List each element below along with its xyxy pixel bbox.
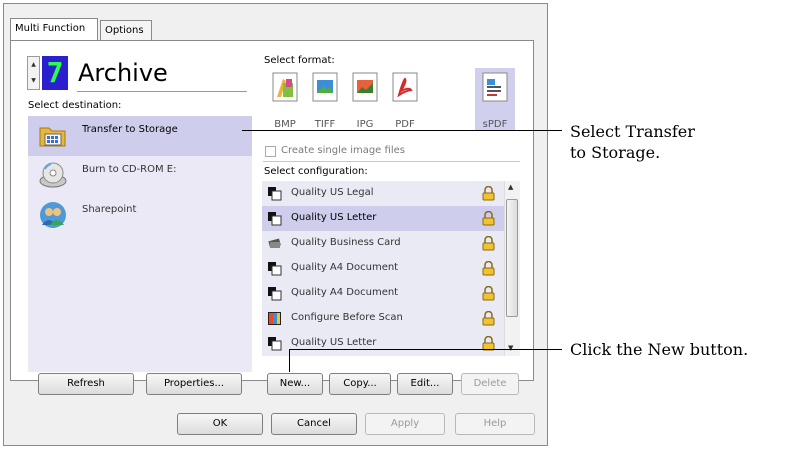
format-jpg[interactable]: JPG bbox=[345, 68, 385, 130]
lock-icon bbox=[482, 286, 495, 301]
format-label: BMP bbox=[274, 119, 296, 127]
lock-icon bbox=[482, 211, 495, 226]
config-row[interactable]: Quality Business Card bbox=[262, 231, 504, 256]
document-icon bbox=[268, 337, 282, 351]
storage-folder-icon bbox=[39, 127, 66, 147]
profile-divider bbox=[77, 91, 247, 92]
config-row[interactable]: Configure Before Scan bbox=[262, 306, 504, 331]
spin-down-icon[interactable]: ▼ bbox=[28, 73, 39, 89]
help-button[interactable]: Help bbox=[455, 413, 535, 435]
config-label: Quality US Letter bbox=[291, 337, 377, 348]
profile-name: Archive bbox=[78, 59, 168, 87]
properties-button[interactable]: Properties... bbox=[146, 373, 242, 395]
destination-sharepoint[interactable]: Sharepoint bbox=[28, 196, 252, 236]
config-row[interactable]: Quality US Letter bbox=[262, 206, 504, 231]
configuration-scrollbar[interactable]: ▲ ▼ bbox=[504, 181, 520, 356]
callout-line-transfer bbox=[242, 130, 562, 131]
create-single-image-checkbox[interactable] bbox=[265, 146, 276, 157]
destination-transfer-to-storage[interactable]: Transfer to Storage bbox=[28, 116, 252, 156]
tab-options[interactable]: Options bbox=[100, 20, 152, 40]
tiff-format-icon bbox=[312, 72, 338, 102]
configure-icon bbox=[268, 312, 281, 325]
profile-spinner[interactable]: ▲ ▼ bbox=[27, 56, 40, 90]
select-destination-label: Select destination: bbox=[28, 100, 122, 111]
format-label: TIFF bbox=[314, 119, 336, 127]
spin-up-icon[interactable]: ▲ bbox=[28, 57, 39, 73]
edit-button[interactable]: Edit... bbox=[397, 373, 453, 395]
scroll-up-arrow-icon[interactable]: ▲ bbox=[508, 183, 513, 191]
document-icon bbox=[268, 212, 282, 226]
create-single-image-label: Create single image files bbox=[281, 145, 405, 156]
format-label: JPG bbox=[356, 119, 374, 127]
format-pdf[interactable]: PDF bbox=[385, 68, 425, 130]
config-label: Configure Before Scan bbox=[291, 312, 403, 323]
new-button[interactable]: New... bbox=[267, 373, 323, 395]
tab-multi-function[interactable]: Multi Function bbox=[10, 18, 98, 40]
sharepoint-icon bbox=[40, 202, 66, 228]
callout-line-new-horizontal bbox=[289, 349, 562, 350]
callout-line-new-vertical bbox=[289, 349, 290, 372]
callout-select-transfer-line1: Select Transfer bbox=[570, 122, 695, 141]
spdf-format-icon bbox=[482, 72, 508, 102]
cd-rom-icon bbox=[39, 162, 67, 188]
profile-number-display: 7 bbox=[42, 56, 68, 90]
business-card-icon bbox=[268, 238, 281, 249]
destination-label: Sharepoint bbox=[82, 204, 137, 215]
format-spdf[interactable]: sPDF bbox=[475, 68, 515, 130]
copy-button[interactable]: Copy... bbox=[329, 373, 391, 395]
jpg-format-icon bbox=[352, 72, 378, 102]
config-label: Quality US Letter bbox=[291, 212, 377, 223]
select-format-label: Select format: bbox=[264, 55, 335, 66]
document-icon bbox=[268, 262, 282, 276]
lock-icon bbox=[482, 311, 495, 326]
scroll-down-arrow-icon[interactable]: ▼ bbox=[508, 344, 513, 352]
destination-burn-to-cd-rom[interactable]: Burn to CD-ROM E: bbox=[28, 156, 252, 196]
lock-icon bbox=[482, 236, 495, 251]
callout-select-transfer-line2: to Storage. bbox=[570, 143, 661, 162]
config-row[interactable]: Quality A4 Document bbox=[262, 256, 504, 281]
format-label: PDF bbox=[395, 119, 415, 127]
config-label: Quality Business Card bbox=[291, 237, 401, 248]
bmp-format-icon bbox=[272, 72, 298, 102]
format-label: sPDF bbox=[482, 119, 508, 127]
config-label: Quality US Legal bbox=[291, 187, 374, 198]
format-divider bbox=[263, 161, 520, 162]
config-row[interactable]: Quality US Letter bbox=[262, 331, 504, 356]
pdf-format-icon bbox=[392, 72, 418, 102]
config-row[interactable]: Quality A4 Document bbox=[262, 281, 504, 306]
ok-button[interactable]: OK bbox=[177, 413, 263, 435]
apply-button[interactable]: Apply bbox=[365, 413, 445, 435]
cancel-button[interactable]: Cancel bbox=[271, 413, 357, 435]
lock-icon bbox=[482, 186, 495, 201]
format-bmp[interactable]: BMP bbox=[265, 68, 305, 130]
format-tiff[interactable]: TIFF bbox=[305, 68, 345, 130]
document-icon bbox=[268, 187, 282, 201]
refresh-button[interactable]: Refresh bbox=[38, 373, 134, 395]
document-icon bbox=[268, 287, 282, 301]
configuration-list[interactable]: Quality US Legal Quality US Letter Quali… bbox=[262, 181, 520, 356]
destination-label: Burn to CD-ROM E: bbox=[82, 164, 177, 175]
scroll-thumb[interactable] bbox=[506, 199, 518, 317]
lock-icon bbox=[482, 261, 495, 276]
config-label: Quality A4 Document bbox=[291, 262, 399, 273]
config-row[interactable]: Quality US Legal bbox=[262, 181, 504, 206]
destination-list[interactable]: Transfer to Storage Burn to CD-ROM E: Sh… bbox=[28, 116, 252, 372]
delete-button[interactable]: Delete bbox=[461, 373, 519, 395]
config-label: Quality A4 Document bbox=[291, 287, 399, 298]
select-configuration-label: Select configuration: bbox=[264, 166, 368, 177]
destination-label: Transfer to Storage bbox=[82, 124, 178, 135]
callout-click-new: Click the New button. bbox=[570, 340, 749, 359]
